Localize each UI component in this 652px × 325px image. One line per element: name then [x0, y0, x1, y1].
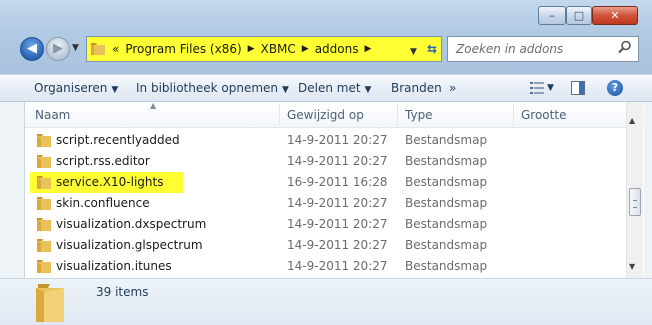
scrollbar-grip-icon [633, 200, 637, 208]
column-divider[interactable] [397, 104, 398, 126]
table-row[interactable]: visualization.dxspectrum 14-9-2011 20:27 B… [25, 214, 625, 235]
file-modified: 16-9-2011 16:28 [287, 175, 388, 189]
caption-buttons: – □ ✕ [528, 6, 638, 26]
file-type: Bestandsmap [405, 133, 488, 147]
column-header-size[interactable]: Grootte [521, 108, 566, 122]
file-name: script.recentlyadded [56, 133, 180, 147]
file-name: visualization.glspectrum [56, 238, 203, 252]
navigation-pane-edge [0, 102, 24, 278]
file-modified: 14-9-2011 20:27 [287, 196, 388, 210]
minimize-button[interactable]: – [538, 6, 566, 25]
breadcrumb-overflow[interactable]: « [112, 42, 119, 56]
scroll-down-icon[interactable]: ▼ [629, 262, 635, 271]
table-row[interactable]: visualization.glspectrum 14-9-2011 20:27 B… [25, 235, 625, 256]
file-name: script.rss.editor [56, 154, 150, 168]
include-library-label: In bibliotheek opnemen [136, 81, 279, 95]
search-icon[interactable] [618, 40, 632, 54]
recent-pages-dropdown-icon[interactable]: ▼ [72, 43, 79, 53]
back-arrow-icon: ◀ [27, 41, 37, 56]
search-box[interactable]: Zoeken in addons [447, 36, 639, 62]
large-folder-icon [36, 284, 64, 322]
folder-icon [37, 260, 51, 273]
breadcrumb-separator-icon[interactable]: ▶ [365, 44, 372, 54]
address-folder-icon [91, 43, 105, 55]
close-button[interactable]: ✕ [592, 6, 638, 25]
scrollbar-thumb[interactable] [629, 188, 641, 216]
window-frame: – □ ✕ ◀ ▶ ▼ « Program Files (x86) ▶ XBMC… [0, 0, 652, 74]
share-label: Delen met [298, 81, 361, 95]
burn-button[interactable]: Branden [391, 81, 442, 95]
organize-button[interactable]: Organiseren ▼ [34, 81, 118, 95]
column-divider[interactable] [279, 104, 280, 126]
forward-arrow-icon: ▶ [53, 41, 63, 56]
help-icon[interactable]: ? [607, 80, 623, 96]
change-view-icon[interactable] [530, 81, 544, 95]
breadcrumb: « Program Files (x86) ▶ XBMC ▶ addons ▶ [112, 36, 377, 62]
file-name: skin.confluence [56, 196, 150, 210]
folder-icon [37, 176, 51, 189]
preview-pane-icon[interactable] [571, 81, 585, 95]
table-row[interactable]: script.recentlyadded 14-9-2011 20:27 Besta… [25, 130, 625, 151]
column-header-name[interactable]: Naam [35, 108, 70, 122]
scroll-up-icon[interactable]: ▲ [629, 116, 635, 125]
file-name: visualization.itunes [56, 259, 172, 273]
file-name: visualization.dxspectrum [56, 217, 207, 231]
breadcrumb-item-xbmc[interactable]: XBMC [261, 42, 296, 56]
table-row[interactable]: visualization.itunes 14-9-2011 20:27 Besta… [25, 256, 625, 277]
file-modified: 14-9-2011 20:27 [287, 217, 388, 231]
column-header-type[interactable]: Type [405, 108, 433, 122]
explorer-window: – □ ✕ ◀ ▶ ▼ « Program Files (x86) ▶ XBMC… [0, 0, 652, 325]
breadcrumb-separator-icon[interactable]: ▶ [302, 44, 309, 54]
column-header-row: Naam ▲ Gewijzigd op Type Grootte [25, 101, 644, 128]
forward-button[interactable]: ▶ [46, 37, 70, 61]
vertical-scrollbar[interactable]: ▲ ▼ [626, 102, 643, 278]
back-button[interactable]: ◀ [20, 37, 44, 61]
breadcrumb-separator-icon[interactable]: ▶ [248, 44, 255, 54]
more-commands-button[interactable]: » [449, 81, 456, 95]
file-modified: 14-9-2011 20:27 [287, 154, 388, 168]
search-input[interactable]: Zoeken in addons [456, 42, 563, 56]
file-type: Bestandsmap [405, 217, 488, 231]
item-count: 39 items [96, 285, 149, 299]
column-header-modified[interactable]: Gewijzigd op [287, 108, 364, 122]
table-row[interactable]: skin.confluence 14-9-2011 20:27 Bestandsma… [25, 193, 625, 214]
folder-icon [37, 155, 51, 168]
column-divider[interactable] [513, 104, 514, 126]
share-with-button[interactable]: Delen met ▼ [298, 81, 371, 95]
file-modified: 14-9-2011 20:27 [287, 259, 388, 273]
file-type: Bestandsmap [405, 259, 488, 273]
address-history-dropdown-icon[interactable]: ▼ [410, 47, 417, 57]
folder-icon [37, 218, 51, 231]
view-dropdown-icon[interactable]: ▼ [547, 83, 554, 93]
refresh-icon[interactable]: ⇆ [427, 42, 437, 56]
file-type: Bestandsmap [405, 196, 488, 210]
file-type: Bestandsmap [405, 154, 488, 168]
folder-icon [37, 134, 51, 147]
file-modified: 14-9-2011 20:27 [287, 238, 388, 252]
folder-icon [37, 197, 51, 210]
file-type: Bestandsmap [405, 238, 488, 252]
command-bar: Organiseren ▼ In bibliotheek opnemen ▼ Del… [0, 74, 652, 102]
include-in-library-button[interactable]: In bibliotheek opnemen ▼ [136, 81, 289, 95]
table-row[interactable]: script.rss.editor 14-9-2011 20:27 Bestands… [25, 151, 625, 172]
chevron-down-icon: ▼ [282, 85, 289, 95]
file-name: service.X10-lights [56, 175, 164, 189]
table-row[interactable]: service.X10-lights 16-9-2011 16:28 Bestand… [25, 172, 625, 193]
chevron-down-icon: ▼ [364, 85, 372, 95]
maximize-button[interactable]: □ [566, 6, 592, 25]
folder-icon [37, 239, 51, 252]
file-list: Naam ▲ Gewijzigd op Type Grootte script.… [24, 101, 644, 278]
breadcrumb-item-program-files[interactable]: Program Files (x86) [125, 42, 241, 56]
file-modified: 14-9-2011 20:27 [287, 133, 388, 147]
breadcrumb-item-addons[interactable]: addons [315, 42, 359, 56]
file-type: Bestandsmap [405, 175, 488, 189]
organize-label: Organiseren [34, 81, 108, 95]
sort-ascending-icon: ▲ [150, 101, 157, 110]
details-pane: 39 items [0, 278, 652, 325]
chevron-down-icon: ▼ [111, 85, 119, 95]
